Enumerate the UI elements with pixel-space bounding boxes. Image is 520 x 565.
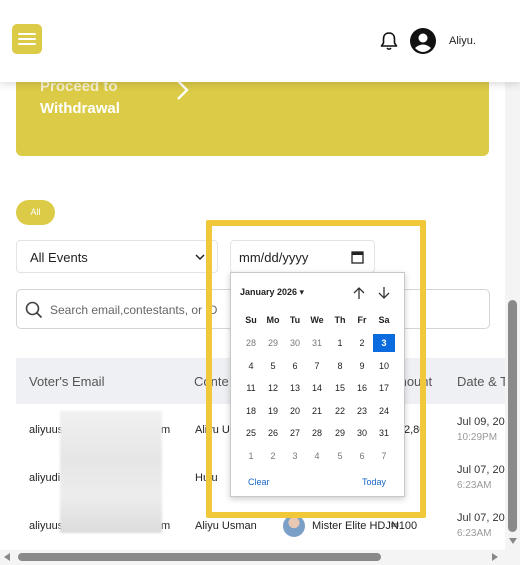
arrow-down-icon[interactable] [378, 286, 390, 300]
row-1-time: 10:29PM [457, 432, 498, 443]
scroll-right-arrow[interactable] [492, 553, 498, 561]
scroll-down-arrow[interactable] [509, 538, 517, 544]
weekday-header: Fr [357, 315, 367, 325]
withdraw-line2: Withdrawal [40, 100, 120, 117]
menu-icon[interactable] [12, 24, 42, 54]
arrow-up-icon[interactable] [353, 286, 365, 300]
calendar-day[interactable]: 15 [329, 379, 351, 397]
row-3-email-tail: m [161, 520, 171, 532]
search-icon [25, 301, 43, 319]
column-header-email[interactable]: Voter's Email [29, 374, 104, 389]
row-1-email: aliyuus [29, 424, 64, 436]
calendar-day[interactable]: 26 [262, 424, 284, 442]
horizontal-scrollbar-thumb[interactable] [18, 553, 381, 561]
calendar-day[interactable]: 30 [351, 424, 373, 442]
weekday-header: Sa [378, 315, 390, 325]
scroll-left-arrow[interactable] [4, 553, 10, 561]
weekday-header: Th [334, 315, 346, 325]
calendar-day[interactable]: 1 [240, 447, 262, 465]
calendar-day[interactable]: 2 [262, 447, 284, 465]
row-3-amount: Mister Elite HDJ₦100 [312, 520, 418, 532]
calendar-day[interactable]: 21 [306, 402, 328, 420]
calendar-day[interactable]: 20 [284, 402, 306, 420]
row-1-date: Jul 09, 20 [457, 416, 505, 428]
calendar-day[interactable]: 25 [240, 424, 262, 442]
calendar-day[interactable]: 29 [329, 424, 351, 442]
calendar-month-label[interactable]: January 2026 ▾ [240, 287, 304, 298]
calendar-today-button[interactable]: Today [362, 477, 386, 487]
row-2-date: Jul 07, 20 [457, 464, 505, 476]
date-picker-popup: January 2026 ▾ Clear Today Su Mo Tu We Th Fr S… [230, 272, 405, 497]
row-2-time: 6:23AM [457, 480, 492, 491]
calendar-day[interactable]: 31 [306, 334, 328, 352]
calendar-day[interactable]: 9 [351, 357, 373, 375]
calendar-day[interactable]: 4 [240, 357, 262, 375]
weekday-header: Tu [289, 315, 301, 325]
calendar-day[interactable]: 7 [306, 357, 328, 375]
row-3-time: 6:23AM [457, 528, 492, 539]
events-select-value: All Events [30, 250, 88, 265]
calendar-clear-button[interactable]: Clear [248, 477, 270, 487]
calendar-day[interactable]: 16 [351, 379, 373, 397]
redacted-email-block [60, 411, 162, 533]
top-header: Aliyu. [0, 0, 520, 82]
calendar-day[interactable]: 14 [306, 379, 328, 397]
calendar-day-selected[interactable]: 3 [373, 334, 395, 352]
calendar-day[interactable]: 19 [262, 402, 284, 420]
chevron-down-icon [195, 254, 205, 261]
row-1-email-tail: m [161, 424, 171, 436]
weekday-header: We [310, 315, 324, 325]
calendar-day[interactable]: 10 [373, 357, 395, 375]
calendar-day[interactable]: 3 [284, 447, 306, 465]
weekday-header: Su [245, 315, 257, 325]
row-3-date: Jul 07, 20 [457, 512, 505, 524]
calendar-day[interactable]: 24 [373, 402, 395, 420]
calendar-day[interactable]: 2 [351, 334, 373, 352]
filter-all-pill[interactable]: All [16, 200, 55, 225]
calendar-day[interactable]: 6 [351, 447, 373, 465]
weekday-header: Mo [266, 315, 280, 325]
calendar-day[interactable]: 29 [262, 334, 284, 352]
calendar-day[interactable]: 8 [329, 357, 351, 375]
calendar-day[interactable]: 7 [373, 447, 395, 465]
calendar-day[interactable]: 17 [373, 379, 395, 397]
calendar-day[interactable]: 4 [306, 447, 328, 465]
app-page: Proceed to Withdrawal Aliyu. All All Eve… [0, 0, 520, 565]
calendar-day[interactable]: 27 [284, 424, 306, 442]
row-3-contestant: Aliyu Usman [195, 520, 257, 532]
calendar-day[interactable]: 6 [284, 357, 306, 375]
calendar-day[interactable]: 12 [262, 379, 284, 397]
row-3-email: aliyuus [29, 520, 64, 532]
calendar-day[interactable]: 31 [373, 424, 395, 442]
calendar-day[interactable]: 30 [284, 334, 306, 352]
calendar-day[interactable]: 18 [240, 402, 262, 420]
calendar-day[interactable]: 1 [329, 334, 351, 352]
calendar-day[interactable]: 5 [262, 357, 284, 375]
user-name[interactable]: Aliyu. [449, 35, 476, 47]
calendar-day[interactable]: 28 [240, 334, 262, 352]
calendar-day[interactable]: 5 [329, 447, 351, 465]
search-placeholder: Search email,contestants, or ID [50, 303, 218, 317]
contestant-avatar [283, 515, 305, 537]
account-icon[interactable] [409, 27, 437, 55]
calendar-day[interactable]: 23 [351, 402, 373, 420]
calendar-day[interactable]: 11 [240, 379, 262, 397]
calendar-day[interactable]: 22 [329, 402, 351, 420]
events-select[interactable]: All Events [16, 240, 218, 273]
calendar-day[interactable]: 28 [306, 424, 328, 442]
vertical-scrollbar-thumb[interactable] [508, 300, 517, 532]
column-header-date[interactable]: Date & T [457, 374, 508, 389]
withdraw-text: Proceed to Withdrawal [40, 76, 180, 120]
row-2-email: aliyudi [29, 472, 61, 484]
calendar-day[interactable]: 13 [284, 379, 306, 397]
bell-icon[interactable] [378, 30, 400, 52]
